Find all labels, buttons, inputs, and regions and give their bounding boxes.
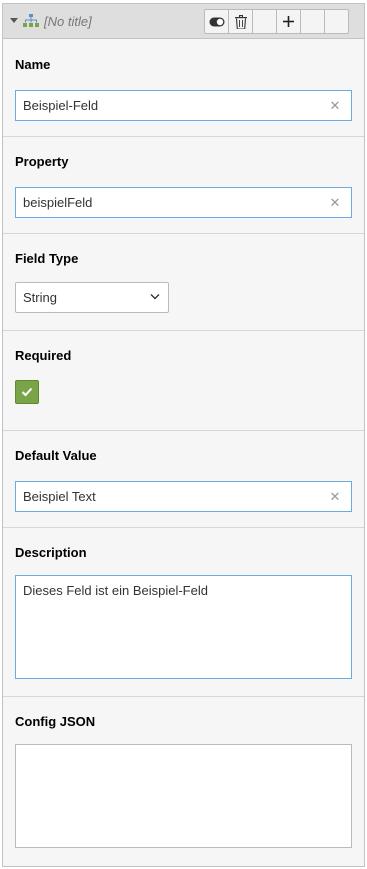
tree-structure-icon xyxy=(23,14,39,31)
required-checkbox[interactable] xyxy=(15,380,39,404)
field-type-select[interactable]: String xyxy=(15,282,169,313)
chevron-down-icon xyxy=(150,294,160,300)
name-input[interactable]: Beispiel-Feld xyxy=(15,90,352,121)
toggle-visibility-button[interactable] xyxy=(204,9,229,34)
property-label: Property xyxy=(15,154,69,169)
default-value-input[interactable]: Beispiel Text xyxy=(15,481,352,512)
required-section: Required xyxy=(3,331,364,431)
checkmark-icon xyxy=(21,387,33,397)
toolbar-empty-button-3[interactable] xyxy=(324,9,349,34)
record-toolbar xyxy=(204,9,349,34)
description-label: Description xyxy=(15,545,87,560)
config-json-label: Config JSON xyxy=(15,714,96,729)
record-panel: [No title] Name Beispiel-Feld ✕ Property… xyxy=(2,3,365,867)
description-section: Description Dieses Feld ist ein Beispiel… xyxy=(3,528,364,697)
field-type-label: Field Type xyxy=(15,251,79,266)
toggle-icon xyxy=(209,17,224,26)
field-type-value: String xyxy=(23,290,57,305)
collapse-toggle-icon[interactable] xyxy=(10,18,18,23)
default-value-label: Default Value xyxy=(15,448,97,463)
name-clear-icon[interactable]: ✕ xyxy=(328,99,342,113)
property-clear-icon[interactable]: ✕ xyxy=(328,196,342,210)
record-header: [No title] xyxy=(3,4,364,39)
config-json-section: Config JSON xyxy=(3,697,364,866)
trash-icon xyxy=(234,14,247,29)
default-value-clear-icon[interactable]: ✕ xyxy=(328,490,342,504)
config-json-textarea[interactable] xyxy=(15,744,352,848)
property-input[interactable]: beispielFeld xyxy=(15,187,352,218)
name-label: Name xyxy=(15,57,51,72)
delete-button[interactable] xyxy=(228,9,253,34)
field-type-section: Field Type String xyxy=(3,234,364,331)
default-value-section: Default Value Beispiel Text ✕ xyxy=(3,431,364,528)
toolbar-empty-button-2[interactable] xyxy=(300,9,325,34)
name-section: Name Beispiel-Feld ✕ xyxy=(3,40,364,137)
toolbar-empty-button-1[interactable] xyxy=(252,9,277,34)
required-label: Required xyxy=(15,348,72,363)
property-section: Property beispielFeld ✕ xyxy=(3,137,364,234)
record-title: [No title] xyxy=(44,14,92,29)
plus-icon xyxy=(283,16,294,27)
new-record-button[interactable] xyxy=(276,9,301,34)
description-textarea[interactable]: Dieses Feld ist ein Beispiel-Feld xyxy=(15,575,352,679)
